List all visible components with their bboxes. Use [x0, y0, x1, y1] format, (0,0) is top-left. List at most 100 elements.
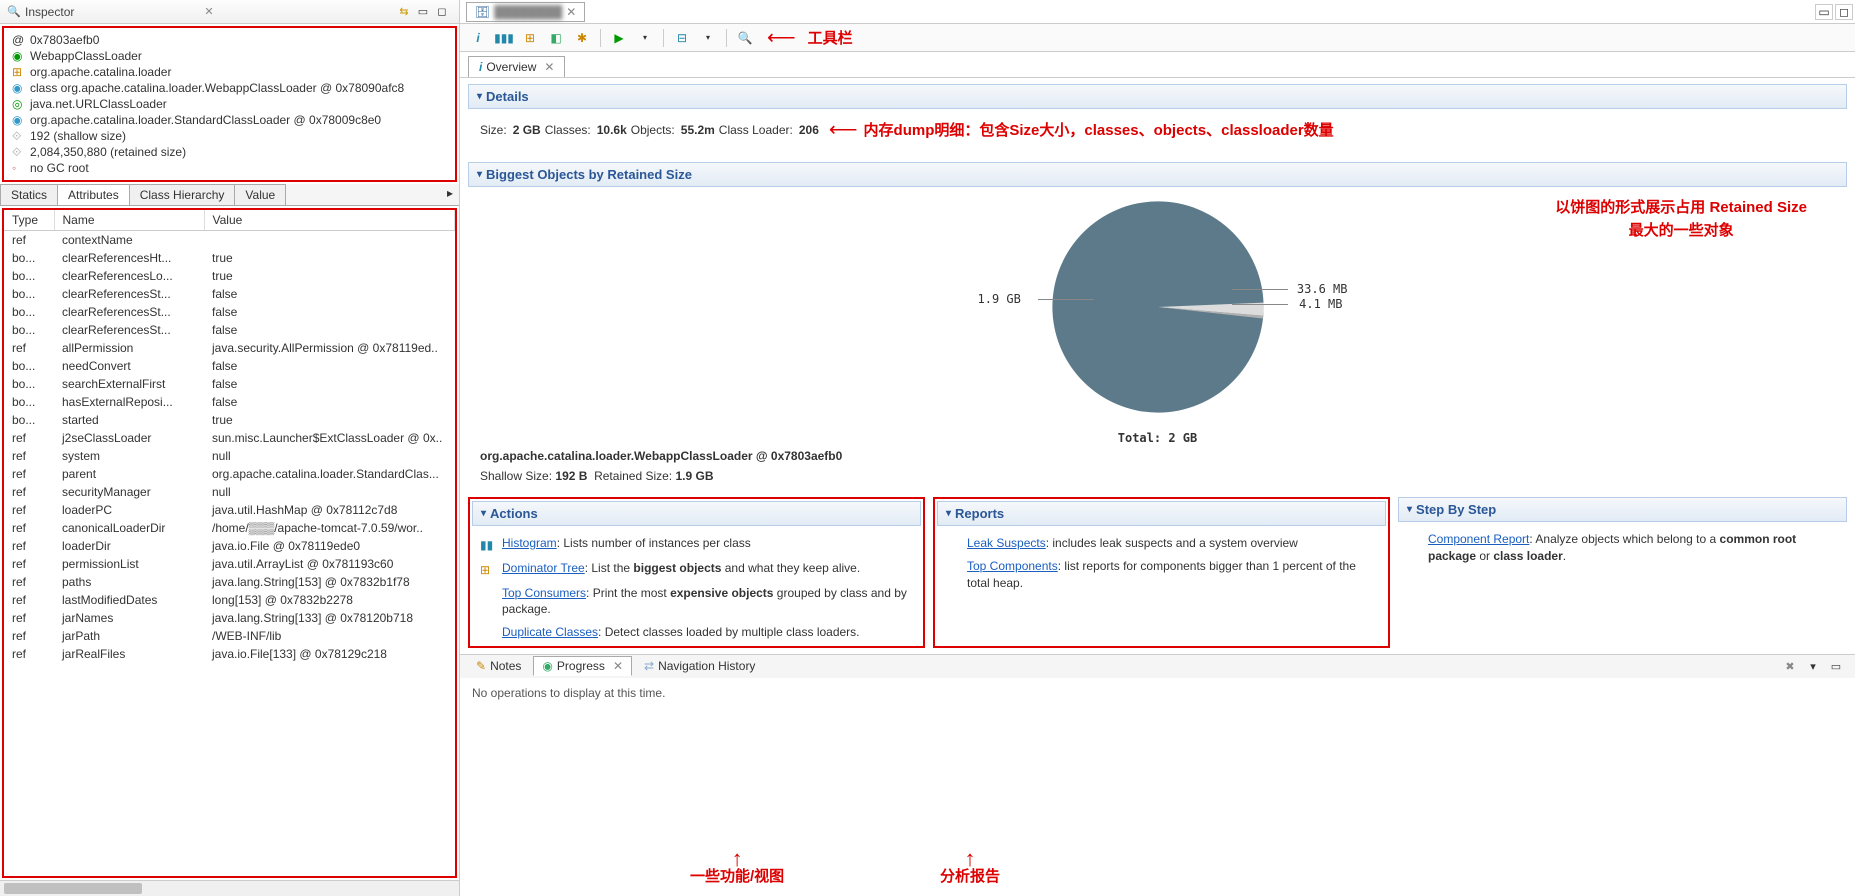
h-scrollbar[interactable] — [0, 880, 459, 896]
threads-tool-icon[interactable]: ✱ — [572, 28, 592, 48]
bottom-tabs: ✎Notes ◉Progress✕ ⇄Navigation History ✖ … — [460, 654, 1855, 678]
minimize-icon[interactable]: ▭ — [1828, 658, 1844, 674]
tree-item[interactable]: ⟐192 (shallow size) — [12, 128, 447, 144]
reports-card: ▾ Reports Leak Suspects: includes leak s… — [933, 497, 1390, 648]
duplicate-link[interactable]: Duplicate Classes — [502, 625, 598, 639]
table-row[interactable]: bo...clearReferencesSt...false — [4, 285, 455, 303]
clear-icon[interactable]: ✖ — [1782, 658, 1798, 674]
tab-statics[interactable]: Statics — [0, 184, 58, 205]
dominator-link[interactable]: Dominator Tree — [502, 561, 585, 575]
col-value[interactable]: Value — [204, 210, 455, 231]
table-row[interactable]: refcanonicalLoaderDir/home/▒▒▒/apache-to… — [4, 519, 455, 537]
tab-close-icon[interactable]: ✕ — [566, 5, 576, 19]
table-row[interactable]: refjarPath/WEB-INF/lib — [4, 627, 455, 645]
search-tool-icon[interactable]: 🔍 — [735, 28, 755, 48]
top-components-link[interactable]: Top Components — [967, 559, 1058, 573]
pie-section: ▾ Biggest Objects by Retained Size 1.9 G… — [468, 162, 1847, 485]
table-row[interactable]: reflastModifiedDateslong[153] @ 0x7832b2… — [4, 591, 455, 609]
heap-dump-tab[interactable]: 🗄 ████████ ✕ — [466, 2, 585, 22]
table-row[interactable]: refjarNamesjava.lang.String[133] @ 0x781… — [4, 609, 455, 627]
table-row[interactable]: refloaderPCjava.util.HashMap @ 0x78112c7… — [4, 501, 455, 519]
table-row[interactable]: bo...clearReferencesLo...true — [4, 267, 455, 285]
menu-icon[interactable]: ▾ — [1805, 658, 1821, 674]
table-row[interactable]: bo...clearReferencesSt...false — [4, 321, 455, 339]
histogram-icon: ▮▮ — [480, 537, 496, 554]
maximize-button[interactable]: ◻ — [1835, 4, 1853, 20]
pie-annotation: 以饼图的形式展示占用 Retained Size 最大的一些对象 — [1555, 197, 1807, 242]
col-name[interactable]: Name — [54, 210, 204, 231]
query-tool-icon[interactable]: ⊟ — [672, 28, 692, 48]
class-icon: ◉ — [12, 49, 26, 63]
close-icon[interactable]: ✕ — [613, 659, 623, 673]
run-tool-icon[interactable]: ▶ — [609, 28, 629, 48]
tab-class-hierarchy[interactable]: Class Hierarchy — [129, 184, 236, 205]
reports-header[interactable]: ▾ Reports — [937, 501, 1386, 526]
slice-label: 1.9 GB — [978, 292, 1021, 306]
slice-label: 33.6 MB — [1297, 282, 1348, 296]
tree-item[interactable]: ◉WebappClassLoader — [12, 48, 447, 64]
leak-suspects-link[interactable]: Leak Suspects — [967, 536, 1046, 550]
tree-item[interactable]: ◉class org.apache.catalina.loader.Webapp… — [12, 80, 447, 96]
table-row[interactable]: bo...startedtrue — [4, 411, 455, 429]
actions-header[interactable]: ▾ Actions — [472, 501, 921, 526]
tab-close-icon[interactable]: ✕ — [201, 4, 217, 20]
tab-nav-history[interactable]: ⇄Navigation History — [636, 657, 763, 675]
pie-svg — [1048, 197, 1268, 417]
histogram-tool-icon[interactable]: ▮▮▮ — [494, 28, 514, 48]
table-row[interactable]: refloaderDirjava.io.File @ 0x78119ede0 — [4, 537, 455, 555]
link-icon[interactable]: ⇆ — [396, 4, 412, 20]
report-item: Leak Suspects: includes leak suspects an… — [937, 532, 1386, 555]
col-type[interactable]: Type — [4, 210, 54, 231]
collapse-icon: ▾ — [481, 508, 486, 519]
pie-chart[interactable]: 1.9 GB 33.6 MB 4.1 MB 以饼图的形式展示占用 Retaine… — [468, 187, 1847, 427]
tab-attributes[interactable]: Attributes — [57, 184, 130, 205]
dropdown-icon[interactable]: ▾ — [635, 28, 655, 48]
tab-value[interactable]: Value — [234, 184, 286, 205]
pie-total: Total: 2 GB — [468, 431, 1847, 445]
dominator-tool-icon[interactable]: ⊞ — [520, 28, 540, 48]
table-row[interactable]: refsecurityManagernull — [4, 483, 455, 501]
table-row[interactable]: refcontextName — [4, 231, 455, 250]
overview-tab[interactable]: i Overview ✕ — [468, 56, 565, 77]
table-row[interactable]: refallPermissionjava.security.AllPermiss… — [4, 339, 455, 357]
tab-notes[interactable]: ✎Notes — [468, 657, 529, 675]
tree-item[interactable]: ⊞org.apache.catalina.loader — [12, 64, 447, 80]
maximize-icon[interactable]: ◻ — [434, 4, 450, 20]
minimize-icon[interactable]: ▭ — [415, 4, 431, 20]
action-item: ⊞ Dominator Tree: List the biggest objec… — [472, 557, 921, 582]
tab-progress[interactable]: ◉Progress✕ — [533, 656, 632, 676]
oql-tool-icon[interactable]: ◧ — [546, 28, 566, 48]
tree-item[interactable]: ⟐2,084,350,880 (retained size) — [12, 144, 447, 160]
close-icon[interactable]: ✕ — [544, 60, 554, 74]
table-row[interactable]: refjarRealFilesjava.io.File[133] @ 0x781… — [4, 645, 455, 663]
table-row[interactable]: refsystemnull — [4, 447, 455, 465]
tree-item[interactable]: @0x7803aefb0 — [12, 32, 447, 48]
tree-item[interactable]: ◦no GC root — [12, 160, 447, 176]
table-row[interactable]: refparentorg.apache.catalina.loader.Stan… — [4, 465, 455, 483]
tree-item[interactable]: ◉org.apache.catalina.loader.StandardClas… — [12, 112, 447, 128]
details-header[interactable]: ▾ Details — [468, 84, 1847, 109]
top-consumers-link[interactable]: Top Consumers — [502, 586, 586, 600]
table-row[interactable]: bo...hasExternalReposi...false — [4, 393, 455, 411]
table-row[interactable]: bo...searchExternalFirstfalse — [4, 375, 455, 393]
histogram-link[interactable]: Histogram — [502, 536, 557, 550]
scroll-arrow-icon[interactable]: ▸ — [441, 184, 459, 205]
table-row[interactable]: refpermissionListjava.util.ArrayList @ 0… — [4, 555, 455, 573]
reports-annotation: ↑ 分析报告 — [940, 852, 1000, 886]
tree-item[interactable]: ◎java.net.URLClassLoader — [12, 96, 447, 112]
component-report-link[interactable]: Component Report — [1428, 532, 1529, 546]
info-icon: i — [479, 60, 482, 74]
pie-header[interactable]: ▾ Biggest Objects by Retained Size — [468, 162, 1847, 187]
table-row[interactable]: refpathsjava.lang.String[153] @ 0x7832b1… — [4, 573, 455, 591]
address-icon: @ — [12, 33, 26, 47]
step-header[interactable]: ▾ Step By Step — [1398, 497, 1847, 522]
action-item: Top Consumers: Print the most expensive … — [472, 582, 921, 622]
table-row[interactable]: bo...clearReferencesSt...false — [4, 303, 455, 321]
table-row[interactable]: refj2seClassLoadersun.misc.Launcher$ExtC… — [4, 429, 455, 447]
overview-tool-icon[interactable]: i — [468, 28, 488, 48]
minimize-button[interactable]: ▭ — [1815, 4, 1833, 20]
table-row[interactable]: bo...needConvertfalse — [4, 357, 455, 375]
dropdown-icon[interactable]: ▾ — [698, 28, 718, 48]
table-row[interactable]: bo...clearReferencesHt...true — [4, 249, 455, 267]
actions-card: ▾ Actions ▮▮ Histogram: Lists number of … — [468, 497, 925, 648]
